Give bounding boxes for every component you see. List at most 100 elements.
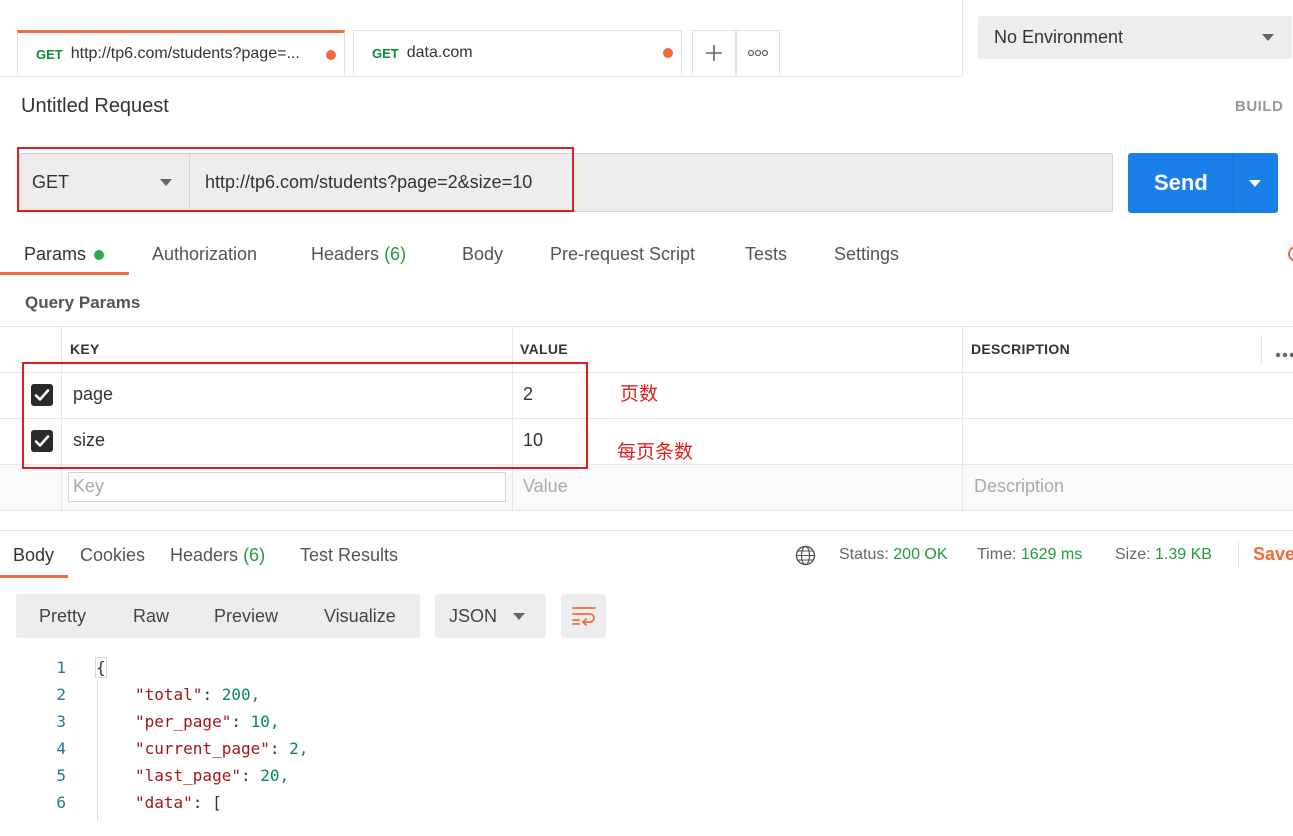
new-tab-button[interactable] xyxy=(692,30,736,75)
format-select[interactable]: JSON xyxy=(435,594,546,638)
env-divider xyxy=(962,0,963,76)
column-header-key: KEY xyxy=(70,341,100,357)
code-line: "total": 200, xyxy=(135,685,261,704)
annotation-page: 页数 xyxy=(620,384,659,405)
code-line: "per_page": 10, xyxy=(135,712,280,731)
size-value: 1.39 KB xyxy=(1155,546,1212,563)
size-info: Size: 1.39 KB xyxy=(1115,546,1212,564)
tab-settings[interactable]: Settings xyxy=(834,244,899,265)
response-headers-label: Headers xyxy=(170,545,239,565)
json-value: [ xyxy=(212,793,222,812)
params-active-dot-icon xyxy=(94,250,105,261)
plus-icon xyxy=(706,45,722,61)
line-number: 6 xyxy=(56,793,66,812)
view-mode-group: Pretty Raw Preview Visualize xyxy=(16,594,420,638)
cookies-link-clipped[interactable] xyxy=(1284,246,1293,264)
status-divider xyxy=(1238,541,1239,569)
table-border xyxy=(962,326,963,510)
tab-authorization[interactable]: Authorization xyxy=(152,244,257,265)
tab-headers[interactable]: Headers (6) xyxy=(311,244,406,265)
environment-select[interactable]: No Environment xyxy=(978,16,1292,59)
tab-params[interactable]: Params xyxy=(24,244,105,265)
json-value: 10, xyxy=(250,712,280,731)
annotation-box-url xyxy=(17,147,574,212)
tab-prerequest-script[interactable]: Pre-request Script xyxy=(550,244,695,265)
table-border xyxy=(0,326,1293,327)
response-tab-body[interactable]: Body xyxy=(13,545,54,566)
status-info: Status: 200 OK xyxy=(839,546,948,564)
response-tab-headers[interactable]: Headers (6) xyxy=(170,545,265,566)
column-header-value: VALUE xyxy=(520,341,568,357)
code-line: "last_page": 20, xyxy=(135,766,290,785)
send-button[interactable]: Send xyxy=(1128,153,1278,213)
view-preview[interactable]: Preview xyxy=(214,606,278,627)
send-label: Send xyxy=(1154,170,1208,195)
tab-method-label: GET xyxy=(36,46,63,62)
chevron-down-icon[interactable] xyxy=(1249,180,1261,187)
tab-method-label: GET xyxy=(372,45,399,61)
query-params-title: Query Params xyxy=(25,293,141,312)
globe-icon[interactable] xyxy=(795,545,816,571)
table-border xyxy=(1261,334,1262,364)
tab-headers-label: Headers xyxy=(311,244,380,264)
build-label[interactable]: BUILD xyxy=(1235,98,1283,115)
status-label: Status: xyxy=(839,546,889,563)
annotation-size: 每页条数 xyxy=(617,442,694,463)
request-tab-students[interactable]: GET http://tp6.com/students?page=... xyxy=(17,30,345,75)
save-response-button[interactable]: Save xyxy=(1253,544,1293,565)
view-raw[interactable]: Raw xyxy=(133,606,169,627)
time-label: Time: xyxy=(977,546,1017,563)
view-visualize[interactable]: Visualize xyxy=(324,606,396,627)
tab-params-label: Params xyxy=(24,244,87,264)
unsaved-dot-icon xyxy=(326,50,336,60)
value-placeholder[interactable]: Value xyxy=(523,476,568,497)
key-placeholder: Key xyxy=(73,476,105,496)
more-dots-icon xyxy=(1275,352,1293,358)
annotation-box-params xyxy=(22,362,588,469)
format-label: JSON xyxy=(449,606,498,626)
tab-title: http://tp6.com/students?page=... xyxy=(70,45,300,62)
json-key: "per_page" xyxy=(135,712,232,731)
unsaved-dot-icon xyxy=(663,48,673,58)
indent-guide xyxy=(97,680,98,820)
new-key-input[interactable] xyxy=(68,472,506,502)
json-key: "total" xyxy=(135,685,203,704)
line-number: 3 xyxy=(56,712,66,731)
view-pretty[interactable]: Pretty xyxy=(39,606,86,627)
chevron-down-icon xyxy=(1262,34,1274,41)
json-key: "current_page" xyxy=(135,739,270,758)
active-tab-underline xyxy=(0,575,68,578)
json-value: 20, xyxy=(260,766,290,785)
more-tabs-button[interactable] xyxy=(736,30,780,75)
time-value: 1629 ms xyxy=(1020,546,1083,563)
tab-title: data.com xyxy=(406,44,473,61)
table-border xyxy=(0,510,1293,511)
response-tab-cookies[interactable]: Cookies xyxy=(80,545,145,566)
response-tab-test-results[interactable]: Test Results xyxy=(300,545,398,566)
json-key: "last_page" xyxy=(135,766,241,785)
code-line: "data": [ xyxy=(135,793,222,812)
line-number: 1 xyxy=(56,658,66,677)
line-number: 4 xyxy=(56,739,66,758)
size-label: Size: xyxy=(1115,546,1151,563)
active-tab-underline xyxy=(0,272,129,275)
send-divider xyxy=(1233,153,1234,213)
request-name[interactable]: Untitled Request xyxy=(21,95,169,118)
code-line: { xyxy=(95,657,107,678)
json-value: 200, xyxy=(221,685,261,704)
time-info: Time: 1629 ms xyxy=(977,546,1082,564)
json-value: 2, xyxy=(289,739,309,758)
line-number: 2 xyxy=(56,685,66,704)
response-divider xyxy=(0,530,1293,531)
description-placeholder[interactable]: Description xyxy=(974,476,1064,497)
wrap-lines-button[interactable] xyxy=(561,594,606,638)
status-value: 200 OK xyxy=(893,546,948,563)
more-dots-icon xyxy=(747,49,769,57)
environment-label: No Environment xyxy=(994,27,1124,47)
request-tab-data[interactable]: GET data.com xyxy=(353,30,682,75)
table-options-button[interactable] xyxy=(1275,345,1293,363)
json-key: "data" xyxy=(135,793,193,812)
wrap-icon xyxy=(571,607,596,626)
tab-tests[interactable]: Tests xyxy=(745,244,787,265)
tab-body[interactable]: Body xyxy=(462,244,503,265)
